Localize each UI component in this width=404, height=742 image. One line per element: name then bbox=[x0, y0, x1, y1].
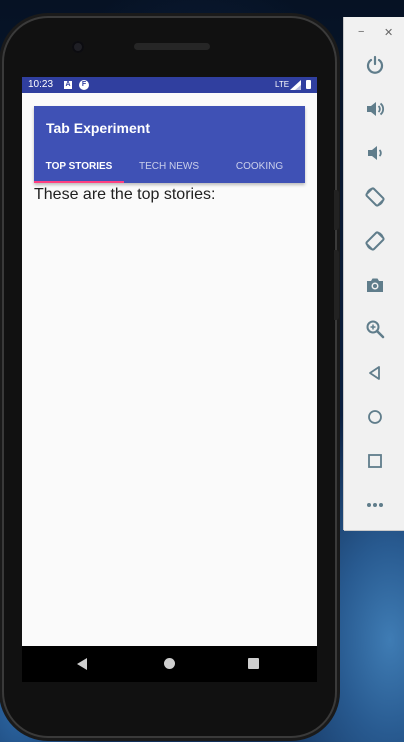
rotate-right-icon[interactable] bbox=[362, 228, 388, 254]
volume-up-icon[interactable] bbox=[362, 96, 388, 122]
front-camera bbox=[72, 41, 84, 53]
a-notification-icon: A bbox=[64, 81, 72, 89]
emulator-toolbar: − ✕ bbox=[344, 17, 404, 530]
top-stories-text: These are the top stories: bbox=[34, 186, 216, 203]
navigation-bar bbox=[22, 646, 317, 682]
phone-volume-button bbox=[334, 250, 339, 320]
signal-icon bbox=[290, 80, 301, 90]
tab-cooking[interactable]: COOKING bbox=[214, 150, 305, 183]
nav-back-icon[interactable] bbox=[77, 658, 87, 670]
back-icon[interactable] bbox=[362, 360, 388, 386]
overview-icon[interactable] bbox=[362, 448, 388, 474]
zoom-icon[interactable] bbox=[362, 316, 388, 342]
app-bar: Tab Experiment TOP STORIES TECH NEWS COO… bbox=[34, 106, 305, 183]
tab-indicator bbox=[34, 181, 124, 183]
tab-layout: TOP STORIES TECH NEWS COOKING bbox=[34, 150, 305, 183]
status-network-label: LTE bbox=[275, 80, 290, 89]
more-icon[interactable] bbox=[362, 492, 388, 518]
nav-home-icon[interactable] bbox=[164, 658, 175, 669]
minimize-icon[interactable]: − bbox=[358, 26, 364, 38]
earpiece-speaker bbox=[134, 43, 210, 50]
rotate-left-icon[interactable] bbox=[362, 184, 388, 210]
phone-power-button bbox=[334, 190, 339, 230]
nav-recent-apps-icon[interactable] bbox=[248, 658, 259, 669]
volume-down-icon[interactable] bbox=[362, 140, 388, 166]
close-icon[interactable]: ✕ bbox=[384, 26, 393, 39]
power-icon[interactable] bbox=[362, 52, 388, 78]
home-icon[interactable] bbox=[362, 404, 388, 430]
tab-top-stories[interactable]: TOP STORIES bbox=[34, 150, 124, 183]
device-screen: 10:23 A F LTE Tab Experiment TOP STORIES… bbox=[22, 77, 317, 646]
app-title: Tab Experiment bbox=[46, 120, 150, 136]
status-time: 10:23 bbox=[28, 79, 54, 90]
camera-icon[interactable] bbox=[362, 272, 388, 298]
status-bar: 10:23 A F LTE bbox=[22, 77, 317, 93]
f-notification-icon: F bbox=[79, 80, 89, 90]
tab-tech-news[interactable]: TECH NEWS bbox=[124, 150, 214, 183]
battery-icon bbox=[306, 80, 311, 89]
